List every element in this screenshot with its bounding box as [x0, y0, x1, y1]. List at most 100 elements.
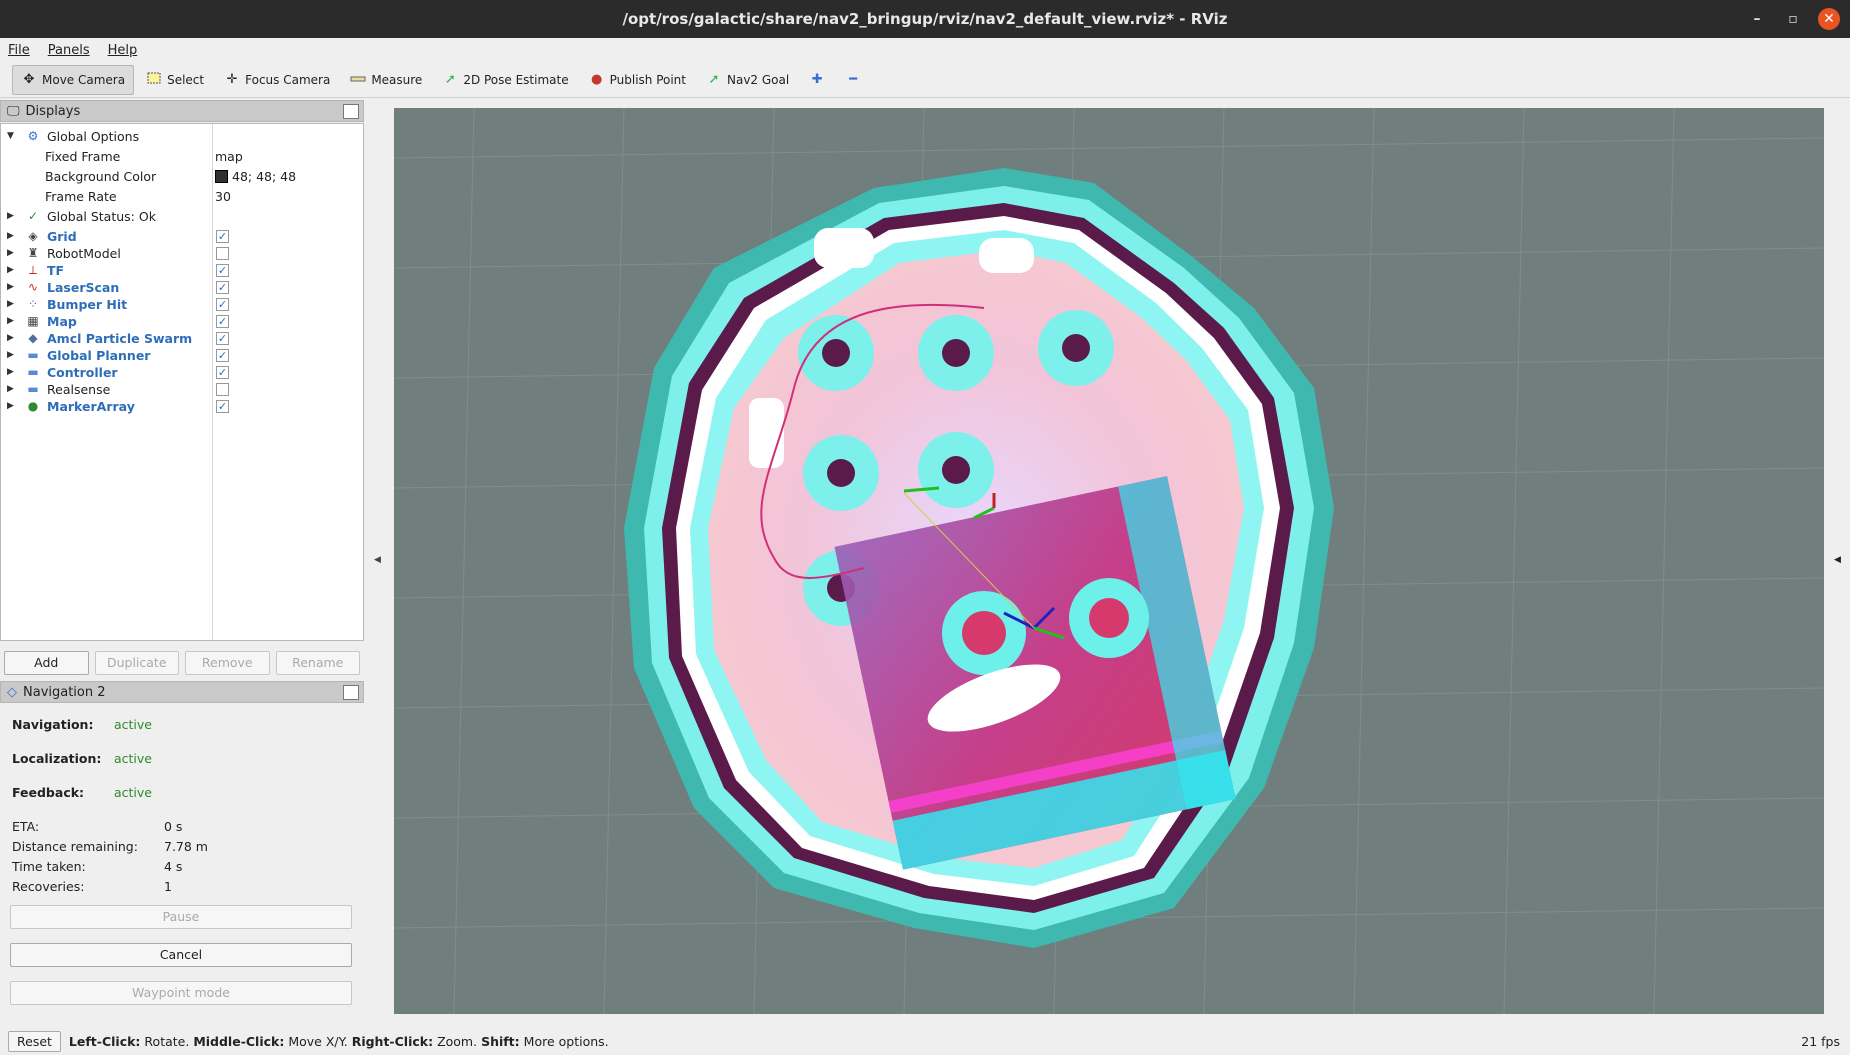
pause-button[interactable]: Pause [10, 905, 352, 929]
menu-panels[interactable]: Panels [48, 43, 90, 58]
localization-label: Localization: [12, 751, 102, 766]
display-checkbox[interactable] [216, 382, 229, 396]
localization-value: active [114, 751, 152, 766]
tool-label: Focus Camera [245, 72, 331, 87]
tool-2d-pose-estimate[interactable]: ➚ 2D Pose Estimate [434, 65, 576, 95]
display-checkbox[interactable]: ✓ [216, 331, 229, 345]
display-label: Realsense [47, 381, 111, 397]
display-checkbox[interactable]: ✓ [216, 365, 229, 379]
middle-click-label: Middle-Click: [193, 1034, 285, 1049]
tree-row-global-options[interactable]: ▼ ⚙ Global Options [1, 126, 363, 146]
display-checkbox[interactable]: ✓ [216, 399, 229, 413]
fps-readout: 21 fps [1801, 1034, 1840, 1049]
tree-row-global-status[interactable]: ▶ ✓ Global Status: Ok [1, 206, 363, 226]
mouse-help: Left-Click: Rotate. Middle-Click: Move X… [69, 1034, 609, 1049]
frame-rate-value[interactable]: 30 [215, 189, 231, 204]
distance-label: Distance remaining: [12, 839, 138, 854]
tree-row-fixed-frame[interactable]: Fixed Frame map [1, 146, 363, 166]
expand-arrow-icon[interactable]: ▶ [7, 211, 14, 221]
shift-label: Shift: [481, 1034, 520, 1049]
close-button[interactable]: ✕ [1818, 8, 1840, 30]
toolbar: ✥ Move Camera Select ✛ Focus Camera Meas… [0, 62, 1850, 98]
render-viewport[interactable] [394, 108, 1824, 1014]
minimize-button[interactable]: – [1746, 8, 1768, 30]
color-swatch [215, 169, 228, 183]
expand-arrow-icon[interactable]: ▶ [7, 367, 14, 377]
tool-move-camera[interactable]: ✥ Move Camera [12, 64, 135, 95]
display-checkbox[interactable] [216, 246, 229, 260]
nav2-title: Navigation 2 [23, 684, 106, 700]
tool-label: Publish Point [609, 72, 686, 87]
fixed-frame-value[interactable]: map [215, 149, 243, 164]
rename-button[interactable]: Rename [275, 651, 360, 675]
tree-row-background-color[interactable]: Background Color 48; 48; 48 [1, 166, 363, 186]
add-tool-button[interactable]: ✚ [801, 65, 833, 95]
displays-title: Displays [25, 103, 81, 119]
display-checkbox[interactable]: ✓ [216, 297, 229, 311]
folder-icon: ▬ [27, 382, 39, 396]
expand-arrow-icon[interactable]: ▶ [7, 316, 14, 326]
tool-measure[interactable]: Measure [342, 65, 430, 95]
tree-row-frame-rate[interactable]: Frame Rate 30 [1, 186, 363, 206]
tool-label: Move Camera [42, 72, 126, 87]
collapse-arrow-icon[interactable]: ▼ [7, 131, 14, 141]
right-splitter[interactable]: ◀ [1826, 100, 1850, 1025]
recoveries-label: Recoveries: [12, 879, 85, 894]
distance-value: 7.78 m [164, 839, 208, 854]
bumper-icon: ⁘ [27, 297, 39, 311]
particle-icon: ◆ [28, 331, 38, 345]
display-checkbox[interactable]: ✓ [216, 280, 229, 294]
add-button[interactable]: Add [4, 651, 89, 675]
panel-splitter[interactable]: ◀ [366, 100, 392, 1025]
expand-arrow-icon[interactable]: ▶ [7, 401, 14, 411]
collapse-right-icon[interactable]: ◀ [1834, 555, 1841, 565]
expand-arrow-icon[interactable]: ▶ [7, 265, 14, 275]
menu-help[interactable]: Help [108, 43, 138, 58]
menu-file[interactable]: File [8, 43, 30, 58]
tool-select[interactable]: Select [138, 65, 212, 95]
float-panel-button[interactable] [343, 104, 359, 119]
display-checkbox[interactable]: ✓ [216, 348, 229, 362]
folder-icon: ▬ [27, 348, 39, 362]
expand-arrow-icon[interactable]: ▶ [7, 333, 14, 343]
background-color-value[interactable]: 48; 48; 48 [215, 169, 296, 184]
restore-button[interactable]: ▫ [1782, 8, 1804, 30]
reset-button[interactable]: Reset [8, 1031, 61, 1052]
displays-buttons: Add Duplicate Remove Rename [0, 641, 364, 681]
display-label: MarkerArray [47, 398, 135, 414]
nav2-header: ◇ Navigation 2 [0, 681, 364, 703]
remove-tool-button[interactable]: ━ [837, 65, 869, 95]
expand-arrow-icon[interactable]: ▶ [7, 299, 14, 309]
remove-button[interactable]: Remove [185, 651, 270, 675]
expand-arrow-icon[interactable]: ▶ [7, 231, 14, 241]
cancel-button[interactable]: Cancel [10, 943, 352, 967]
tool-focus-camera[interactable]: ✛ Focus Camera [216, 65, 338, 95]
middle-click-text: Move X/Y. [288, 1034, 348, 1049]
left-click-label: Left-Click: [68, 1034, 141, 1049]
background-color-label: Background Color [45, 168, 157, 184]
waypoint-mode-button[interactable]: Waypoint mode [10, 981, 352, 1005]
expand-arrow-icon[interactable]: ▶ [7, 350, 14, 360]
left-click-text: Rotate. [144, 1034, 190, 1049]
expand-arrow-icon[interactable]: ▶ [7, 248, 14, 258]
display-label: LaserScan [47, 279, 120, 295]
status-bar: Reset Left-Click: Rotate. Middle-Click: … [0, 1028, 1850, 1055]
display-checkbox[interactable]: ✓ [216, 263, 229, 277]
tool-publish-point[interactable]: ● Publish Point [581, 65, 694, 95]
tool-label: Measure [371, 72, 423, 87]
display-checkbox[interactable]: ✓ [216, 229, 229, 243]
checkmark-icon: ✓ [27, 209, 39, 223]
float-panel-button[interactable] [343, 685, 359, 700]
tool-nav2-goal[interactable]: ➚ Nav2 Goal [698, 65, 797, 95]
nav2-panel: Navigation: active Localization: active Fe… [0, 703, 364, 1053]
navigation-value: active [114, 717, 152, 732]
global-status-label: Global Status: Ok [47, 208, 156, 224]
tree-row-markerarray[interactable]: ▶ ● MarkerArray ✓ [1, 396, 363, 416]
collapse-left-icon[interactable]: ◀ [374, 555, 381, 565]
focus-icon: ✛ [226, 71, 238, 87]
duplicate-button[interactable]: Duplicate [94, 651, 179, 675]
display-checkbox[interactable]: ✓ [216, 314, 229, 328]
laser-icon: ∿ [27, 280, 39, 294]
expand-arrow-icon[interactable]: ▶ [7, 384, 14, 394]
expand-arrow-icon[interactable]: ▶ [7, 282, 14, 292]
